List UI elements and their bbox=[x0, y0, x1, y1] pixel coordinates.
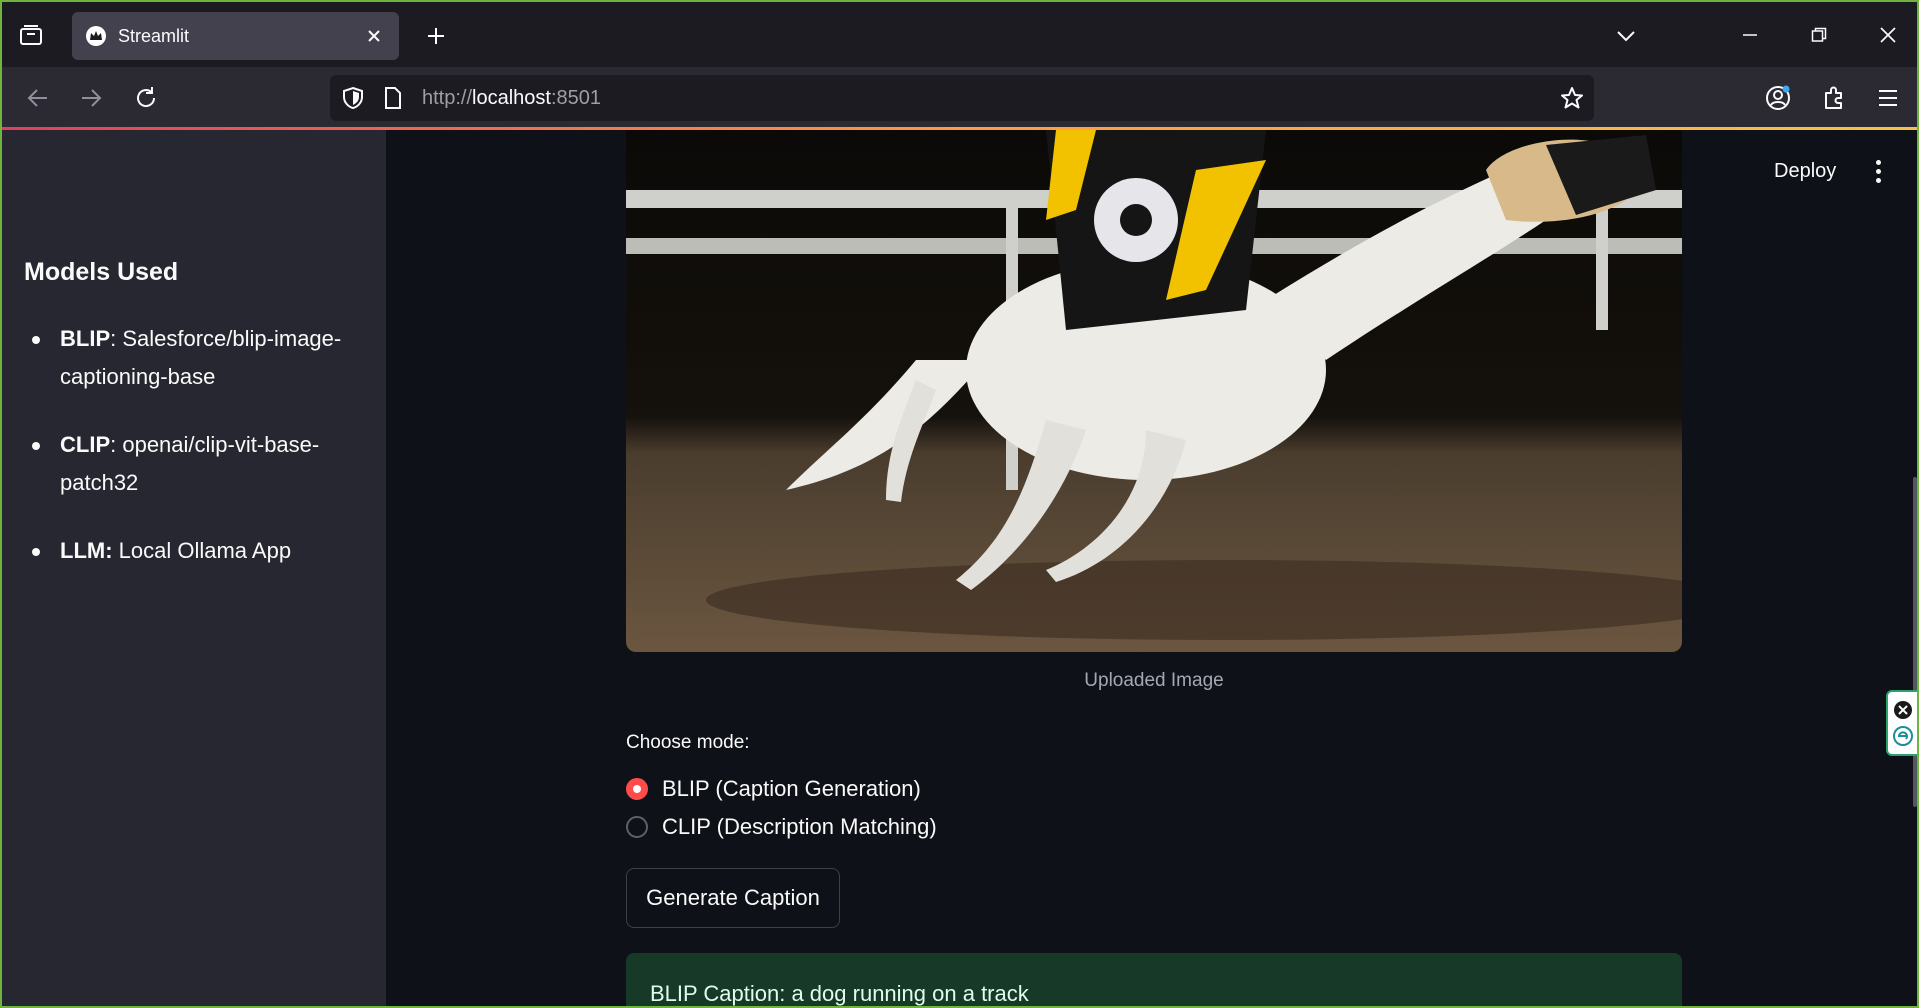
image-caption: Uploaded Image bbox=[1084, 670, 1224, 691]
bookmark-star-icon[interactable] bbox=[1560, 86, 1584, 115]
close-window-icon[interactable] bbox=[1873, 20, 1903, 50]
list-item-llm: LLM: Local Ollama App bbox=[32, 532, 360, 570]
close-tab-icon[interactable] bbox=[363, 25, 385, 47]
deploy-button[interactable]: Deploy bbox=[1774, 160, 1836, 183]
back-arrow-icon[interactable] bbox=[22, 82, 54, 114]
radio-unselected-icon[interactable] bbox=[626, 816, 648, 838]
radio-blip-label[interactable]: BLIP (Caption Generation) bbox=[662, 776, 921, 802]
chevron-down-icon[interactable] bbox=[1612, 22, 1640, 50]
radio-blip[interactable]: BLIP (Caption Generation) bbox=[626, 776, 921, 802]
success-message: BLIP Caption: a dog running on a track bbox=[626, 953, 1682, 1006]
page-icon[interactable] bbox=[384, 87, 402, 114]
mode-label: Choose mode: bbox=[626, 732, 750, 753]
sidebar-heading: Models Used bbox=[24, 258, 179, 286]
list-item-blip: BLIP: Salesforce/blip-image-captioning-b… bbox=[32, 320, 360, 396]
extension-widget[interactable] bbox=[1886, 690, 1917, 756]
tab-streamlit[interactable]: Streamlit bbox=[72, 12, 399, 60]
radio-clip-label[interactable]: CLIP (Description Matching) bbox=[662, 814, 937, 840]
minimize-icon[interactable] bbox=[1735, 20, 1765, 50]
e-circle-icon[interactable] bbox=[1893, 726, 1913, 746]
scrollbar-thumb[interactable] bbox=[1913, 477, 1917, 807]
navigation-bar: http://localhost:8501 bbox=[2, 67, 1917, 129]
radio-clip[interactable]: CLIP (Description Matching) bbox=[626, 814, 937, 840]
account-icon[interactable] bbox=[1762, 82, 1794, 114]
forward-arrow-icon[interactable] bbox=[75, 82, 107, 114]
extensions-icon[interactable] bbox=[1818, 82, 1850, 114]
shield-icon[interactable] bbox=[342, 86, 364, 115]
tab-overview-icon[interactable] bbox=[16, 20, 46, 50]
generate-caption-button[interactable]: Generate Caption bbox=[626, 868, 840, 928]
main-content: Deploy Uploaded Image Choose mode: BLIP … bbox=[386, 130, 1917, 1006]
new-tab-icon[interactable] bbox=[422, 22, 450, 50]
streamlit-crown-icon bbox=[86, 26, 106, 46]
result-text: BLIP Caption: a dog running on a track bbox=[650, 981, 1029, 1006]
models-list: BLIP: Salesforce/blip-image-captioning-b… bbox=[32, 320, 360, 600]
hamburger-menu-icon[interactable] bbox=[1872, 82, 1904, 114]
browser-window: Streamlit http://localhost:8501 Models U… bbox=[0, 0, 1919, 1008]
radio-selected-icon[interactable] bbox=[626, 778, 648, 800]
reload-icon[interactable] bbox=[130, 82, 162, 114]
url-text[interactable]: http://localhost:8501 bbox=[422, 87, 601, 110]
list-item-clip: CLIP: openai/clip-vit-base-patch32 bbox=[32, 426, 360, 502]
tab-strip: Streamlit bbox=[2, 2, 1917, 67]
restore-icon[interactable] bbox=[1804, 20, 1834, 50]
sidebar: Models Used BLIP: Salesforce/blip-image-… bbox=[2, 130, 386, 1006]
uploaded-image bbox=[626, 130, 1682, 652]
more-options-icon[interactable] bbox=[1866, 156, 1890, 186]
address-bar[interactable]: http://localhost:8501 bbox=[330, 75, 1594, 121]
tab-title: Streamlit bbox=[118, 25, 190, 46]
close-circle-icon[interactable] bbox=[1893, 700, 1913, 720]
